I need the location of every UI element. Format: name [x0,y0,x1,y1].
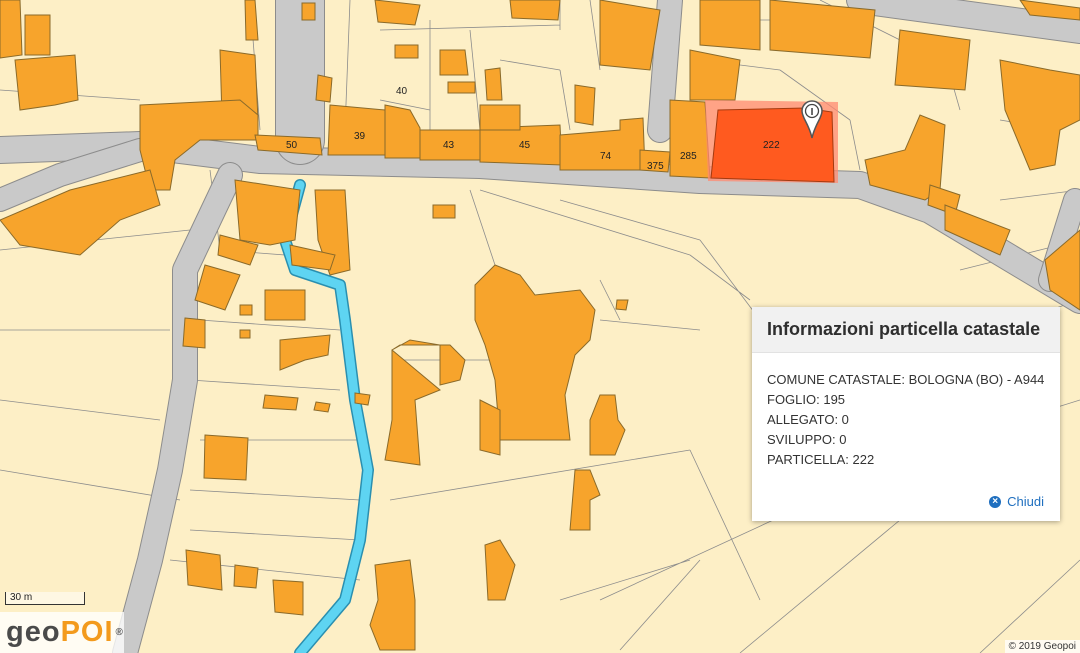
close-button[interactable]: × Chiudi [989,494,1044,509]
attribution: © 2019 Geopoi [1004,640,1080,653]
scale-label: 30 m [10,592,33,603]
geopoi-logo: geo POI ® [0,612,124,653]
info-line-particella: PARTICELLA: 222 [767,452,875,467]
info-line-allegato: ALLEGATO: 0 [767,412,849,427]
parcel-label: 285 [680,151,697,162]
parcel-info-panel: Informazioni particella catastale COMUNE… [752,307,1060,521]
logo-text-part2: POI [60,616,114,648]
info-line-sviluppo: SVILUPPO: 0 [767,432,847,447]
parcel-label: 74 [600,151,612,162]
panel-title: Informazioni particella catastale [752,307,1060,353]
parcel-label: 50 [286,140,298,151]
close-circle-icon: × [989,495,1002,508]
logo-text-part1: geo [6,616,61,648]
parcel-label: 375 [647,161,664,172]
close-button-label: Chiudi [1007,494,1044,509]
info-line-foglio: FOGLIO: 195 [767,392,846,407]
parcel-label: 43 [443,140,455,151]
scale-bar: 30 m [5,592,85,605]
info-line-comune: COMUNE CATASTALE: BOLOGNA (BO) - A944 [767,372,1045,387]
parcel-label-selected: 222 [763,140,780,151]
parcel-label: 40 [396,86,408,97]
panel-content: COMUNE CATASTALE: BOLOGNA (BO) - A944 FO… [752,353,1060,470]
registered-mark: ® [115,627,124,638]
svg-text:I: I [811,107,814,118]
parcel-label: 39 [354,131,366,142]
parcel-label: 45 [519,140,531,151]
